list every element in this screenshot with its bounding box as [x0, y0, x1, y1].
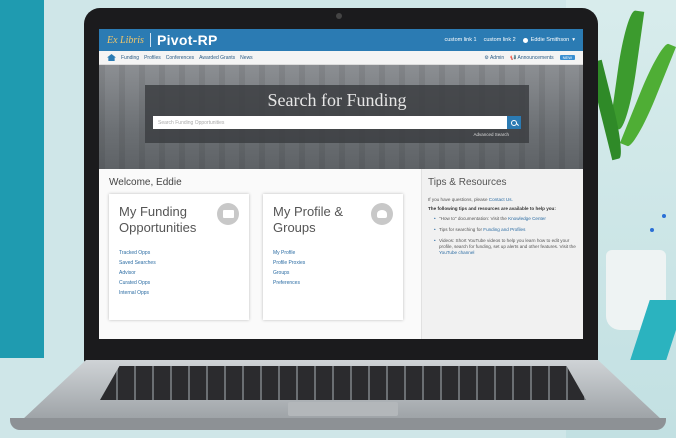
app-title[interactable]: Pivot-RP: [157, 32, 218, 48]
search-panel: Search for Funding Advanced Search: [145, 85, 529, 143]
nav-funding[interactable]: Funding: [121, 55, 139, 61]
tip-item: Tips for searching for Funding and Profi…: [434, 227, 577, 233]
profile-card: My Profile & Groups My Profile Profile P…: [263, 194, 403, 320]
search-button[interactable]: [507, 116, 521, 129]
user-menu[interactable]: Eddie Smithson ▾: [522, 37, 575, 43]
megaphone-icon: 📢: [510, 54, 517, 61]
funding-card: My Funding Opportunities Tracked Opps Sa…: [109, 194, 249, 320]
brand-divider: [149, 33, 151, 47]
header-links: custom link 1 custom link 2 Eddie Smiths…: [444, 37, 575, 43]
custom-link-2[interactable]: custom link 2: [484, 37, 516, 43]
brand-logo[interactable]: Ex Libris: [107, 35, 144, 46]
funding-profiles-link[interactable]: Funding and Profiles: [483, 227, 525, 232]
contact-us-link[interactable]: Contact Us.: [489, 197, 513, 202]
knowledge-center-link[interactable]: Knowledge Center: [508, 216, 546, 221]
laptop-front-edge: [10, 418, 666, 430]
tips-panel: Tips & Resources If you have questions, …: [421, 169, 583, 339]
search-icon: [511, 119, 517, 126]
link-groups[interactable]: Groups: [273, 270, 393, 276]
tips-intro: If you have questions, please Contact Us…: [428, 197, 577, 203]
admin-link[interactable]: ⚙ Admin: [484, 55, 504, 61]
background-teal-panel: [0, 0, 44, 358]
announcements-link[interactable]: 📢 Announcements: [510, 55, 554, 61]
main-nav: Funding Profiles Conferences Awarded Gra…: [99, 51, 583, 65]
custom-link-1[interactable]: custom link 1: [444, 37, 476, 43]
tips-lead: The following tips and resources are ava…: [428, 206, 556, 211]
new-badge: NEW: [559, 55, 575, 60]
tips-intro-text: If you have questions, please: [428, 197, 488, 202]
link-advisor[interactable]: Advisor: [119, 270, 239, 276]
welcome-heading: Welcome, Eddie: [109, 177, 182, 188]
funding-card-title[interactable]: My Funding Opportunities: [119, 204, 219, 236]
top-header: Ex Libris Pivot-RP custom link 1 custom …: [99, 29, 583, 51]
announcements-label: Announcements: [517, 54, 554, 61]
chevron-down-icon: ▾: [572, 37, 575, 43]
gear-icon: ⚙: [484, 54, 489, 61]
link-profile-proxies[interactable]: Profile Proxies: [273, 260, 393, 266]
user-icon: [522, 37, 528, 43]
tips-title: Tips & Resources: [428, 177, 507, 188]
trackpad: [288, 402, 398, 416]
tips-list: "How to" documentation: Visit the Knowle…: [428, 216, 577, 256]
people-icon: [371, 203, 393, 225]
home-icon[interactable]: [107, 54, 116, 61]
nav-conferences[interactable]: Conferences: [166, 55, 194, 61]
link-curated-opps[interactable]: Curated Opps: [119, 280, 239, 286]
admin-label: Admin: [489, 54, 505, 61]
link-saved-searches[interactable]: Saved Searches: [119, 260, 239, 266]
nav-news[interactable]: News: [240, 55, 253, 61]
link-tracked-opps[interactable]: Tracked Opps: [119, 250, 239, 256]
youtube-channel-link[interactable]: YouTube channel: [439, 250, 474, 255]
search-input[interactable]: [153, 116, 507, 129]
tip-item: "How to" documentation: Visit the Knowle…: [434, 216, 577, 222]
nav-profiles[interactable]: Profiles: [144, 55, 161, 61]
profile-card-title[interactable]: My Profile & Groups: [273, 204, 373, 236]
search-title: Search for Funding: [267, 90, 407, 110]
welcome-column: Welcome, Eddie My Funding Opportunities …: [99, 169, 421, 339]
dashboard-content: Welcome, Eddie My Funding Opportunities …: [99, 169, 583, 339]
search-hero: Search for Funding Advanced Search: [99, 65, 583, 169]
link-my-profile[interactable]: My Profile: [273, 250, 393, 256]
tip-item: Videos: Short YouTube videos to help you…: [434, 238, 577, 256]
keyboard: [100, 366, 586, 400]
search-row: [153, 116, 521, 129]
advanced-search-link[interactable]: Advanced Search: [145, 132, 509, 137]
link-preferences[interactable]: Preferences: [273, 280, 393, 286]
folder-icon: [217, 203, 239, 225]
link-internal-opps[interactable]: Internal Opps: [119, 290, 239, 296]
decor-dot: [662, 214, 666, 218]
user-name: Eddie Smithson: [530, 37, 570, 43]
screen: Ex Libris Pivot-RP custom link 1 custom …: [99, 29, 583, 339]
decor-dot: [650, 228, 654, 232]
nav-awarded-grants[interactable]: Awarded Grants: [199, 55, 235, 61]
camera-icon: [336, 13, 342, 19]
